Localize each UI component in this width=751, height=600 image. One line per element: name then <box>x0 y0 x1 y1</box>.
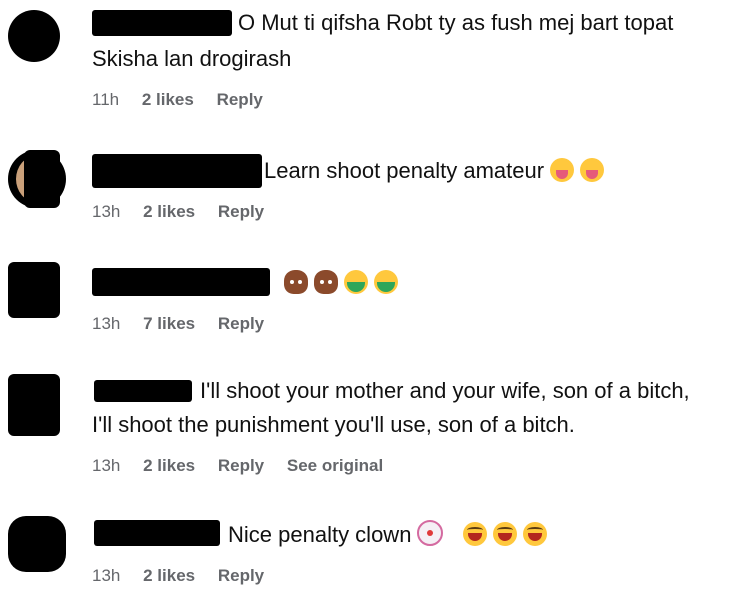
avatar-censored[interactable] <box>8 262 60 318</box>
comment-meta: 13h 2 likes Reply See original <box>92 456 401 476</box>
timestamp[interactable]: 13h <box>92 566 120 585</box>
comment-text-line-2: I'll shoot the punishment you'll use, so… <box>92 412 575 437</box>
comment-meta: 13h 7 likes Reply <box>92 314 282 334</box>
comment-text-body: Learn shoot penalty amateur <box>264 158 545 183</box>
likes-count[interactable]: 2 likes <box>143 202 195 221</box>
comment-text-line-2: Skisha lan drogirash <box>92 46 292 71</box>
avatar-censored[interactable] <box>8 374 60 436</box>
timestamp[interactable]: 13h <box>92 456 120 475</box>
laughing-emoji <box>463 522 488 546</box>
reply-link[interactable]: Reply <box>217 90 263 109</box>
reply-link[interactable]: Reply <box>218 314 264 333</box>
clown-emoji <box>417 520 444 546</box>
tongue-out-emoji <box>550 158 575 182</box>
avatar-censored[interactable] <box>8 516 66 572</box>
comment-text: I'll shoot your mother and your wife, so… <box>200 378 690 403</box>
nauseated-emoji <box>344 270 368 294</box>
avatar-censored[interactable] <box>8 10 60 62</box>
see-original-link[interactable]: See original <box>287 456 383 475</box>
comment-text: Learn shoot penalty amateur <box>264 156 605 186</box>
reply-link[interactable]: Reply <box>218 456 264 475</box>
author-name-censored[interactable] <box>94 380 192 402</box>
author-name-censored[interactable] <box>92 154 262 188</box>
poop-emoji <box>284 270 308 294</box>
laughing-emoji <box>523 522 548 546</box>
comment-meta: 13h 2 likes Reply <box>92 566 282 586</box>
likes-count[interactable]: 7 likes <box>143 314 195 333</box>
nauseated-emoji <box>374 270 398 294</box>
tongue-out-emoji <box>580 158 605 182</box>
avatar-censored <box>24 150 60 208</box>
comment-text: O Mut ti qifsha Robt ty as fush mej bart… <box>238 10 674 35</box>
timestamp[interactable]: 13h <box>92 202 120 221</box>
timestamp[interactable]: 11h <box>92 90 119 109</box>
timestamp[interactable]: 13h <box>92 314 120 333</box>
comment-text-body: Nice penalty clown <box>228 522 412 547</box>
comment-text: Nice penalty clown <box>228 520 548 550</box>
comment-meta: 13h 2 likes Reply <box>92 202 282 222</box>
author-name-censored[interactable] <box>94 520 220 546</box>
likes-count[interactable]: 2 likes <box>143 566 195 585</box>
likes-count[interactable]: 2 likes <box>143 456 195 475</box>
author-name-censored[interactable] <box>92 10 232 36</box>
comment-meta: 11h 2 likes Reply <box>92 90 281 110</box>
laughing-emoji <box>493 522 518 546</box>
reply-link[interactable]: Reply <box>218 202 264 221</box>
likes-count[interactable]: 2 likes <box>142 90 194 109</box>
author-name-censored[interactable] <box>92 268 270 296</box>
reply-link[interactable]: Reply <box>218 566 264 585</box>
poop-emoji <box>314 270 338 294</box>
comment-emojis <box>278 268 398 298</box>
